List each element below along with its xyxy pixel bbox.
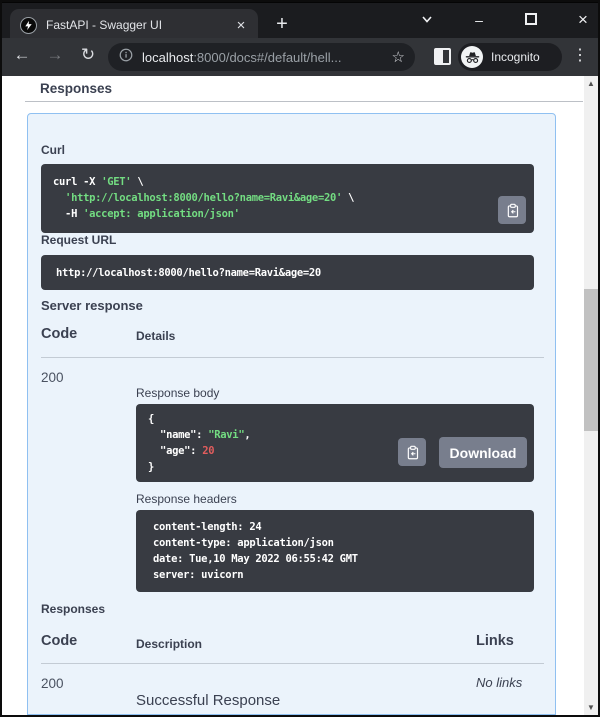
incognito-label: Incognito [491,50,540,64]
copy-curl-button[interactable] [498,196,526,224]
incognito-spy-icon [461,46,483,68]
server-response-code: 200 [41,370,64,385]
swagger-page: Responses Curl curl -X 'GET' \ 'http://l… [2,76,584,715]
minimize-button[interactable]: – [468,12,490,28]
scroll-down-icon[interactable]: ▼ [584,700,598,715]
responses-row-code: 200 [41,676,64,691]
tab-close-icon[interactable]: × [232,17,250,34]
incognito-badge: Incognito [458,43,562,71]
responses-links-header: Links [476,633,514,649]
page-info-icon[interactable] [119,48,133,67]
responses-row-links: No links [476,675,522,690]
url-host: localhost [142,50,193,65]
responses-row-description: Successful Response [136,692,280,709]
back-button[interactable]: ← [10,45,34,65]
bookmark-star-icon[interactable]: ☆ [392,48,405,66]
server-table-details-header: Details [136,329,175,343]
opblock-get-panel: Curl curl -X 'GET' \ 'http://localhost:8… [27,113,556,715]
section-divider [25,101,583,102]
browser-window: FastAPI - Swagger UI × + – × ← → ↻ local… [0,0,600,717]
responses-table-title: Responses [41,602,105,616]
request-url-block: http://localhost:8000/hello?name=Ravi&ag… [41,255,534,290]
scroll-up-icon[interactable]: ▲ [584,76,598,91]
tab-title: FastAPI - Swagger UI [46,18,232,32]
responses-description-header: Description [136,637,202,651]
table-divider [41,663,544,664]
browser-tab[interactable]: FastAPI - Swagger UI × [10,9,258,41]
reload-button[interactable]: ↻ [76,45,100,65]
address-bar[interactable]: localhost:8000/docs#/default/hell... ☆ [108,43,415,71]
new-tab-button[interactable]: + [268,11,296,39]
copy-response-button[interactable] [398,438,426,466]
server-table-code-header: Code [41,326,77,342]
close-window-button[interactable]: × [572,10,594,30]
responses-code-header: Code [41,633,77,649]
scrollbar-thumb[interactable] [584,289,598,431]
response-body-label: Response body [136,386,219,400]
window-controls: – × [416,3,594,37]
url-path: :8000/docs#/default/hell... [193,50,341,65]
page-scrollbar[interactable]: ▲ ▼ [584,76,598,715]
browser-menu-icon[interactable]: ⋮ [572,45,588,65]
curl-code-block: curl -X 'GET' \ 'http://localhost:8000/h… [41,164,534,233]
table-divider [41,357,544,358]
response-headers-block: content-length: 24content-type: applicat… [136,510,534,592]
side-panel-icon[interactable] [434,48,451,65]
url-text: localhost:8000/docs#/default/hell... [142,50,392,65]
download-button[interactable]: Download [439,437,527,468]
fastapi-favicon-icon [20,17,37,34]
curl-label: Curl [41,143,65,157]
response-headers-label: Response headers [136,492,237,506]
forward-button[interactable]: → [43,45,67,65]
request-url-label: Request URL [41,233,116,247]
maximize-button[interactable] [520,12,542,28]
tab-search-chevron-icon[interactable] [416,12,438,28]
responses-section-header: Responses [40,81,112,96]
tab-strip: FastAPI - Swagger UI × + – × [0,0,600,38]
server-response-header: Server response [41,298,143,313]
